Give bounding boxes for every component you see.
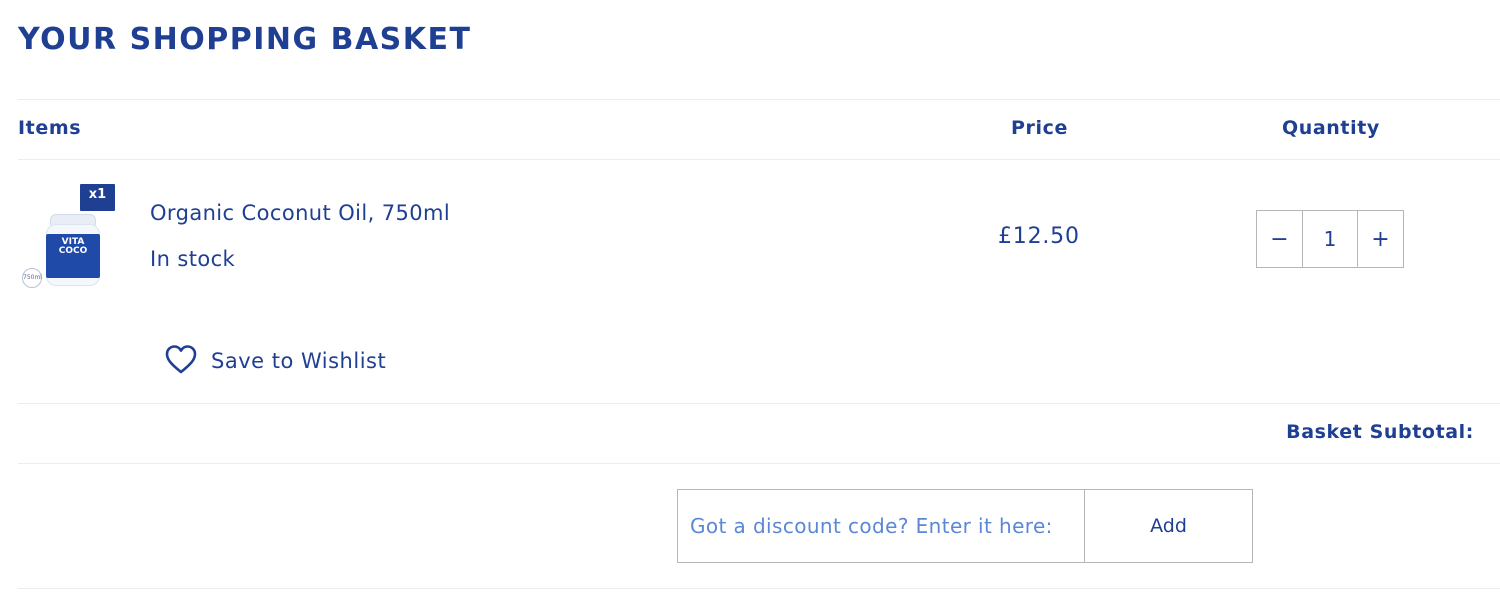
product-name-link[interactable]: Organic Coconut Oil, 750ml [150, 201, 450, 225]
divider [18, 588, 1500, 589]
column-header-items: Items [18, 117, 82, 139]
product-thumbnail[interactable]: x1 VITA COCO 750ml [22, 184, 118, 290]
wishlist-label: Save to Wishlist [211, 349, 387, 373]
stock-status: In stock [150, 247, 236, 271]
divider [18, 159, 1500, 160]
size-chip: 750ml [22, 268, 42, 288]
item-price: £12.50 [998, 224, 1080, 249]
quantity-stepper: − 1 + [1256, 210, 1404, 268]
heart-icon [164, 343, 198, 379]
add-discount-button[interactable]: Add [1084, 489, 1253, 563]
decrement-button[interactable]: − [1257, 211, 1302, 267]
divider [18, 463, 1500, 464]
basket-subtotal-label: Basket Subtotal: [1286, 421, 1474, 443]
increment-button[interactable]: + [1358, 211, 1403, 267]
divider [18, 403, 1500, 404]
column-header-quantity: Quantity [1282, 117, 1380, 139]
page-title: YOUR SHOPPING BASKET [18, 22, 472, 57]
save-to-wishlist-button[interactable]: Save to Wishlist [164, 343, 386, 379]
brand-text: VITA COCO [58, 237, 88, 256]
quantity-value[interactable]: 1 [1302, 211, 1358, 267]
quantity-badge: x1 [80, 184, 115, 211]
divider [18, 99, 1500, 100]
discount-code-input[interactable] [677, 489, 1085, 563]
column-header-price: Price [1011, 117, 1068, 139]
